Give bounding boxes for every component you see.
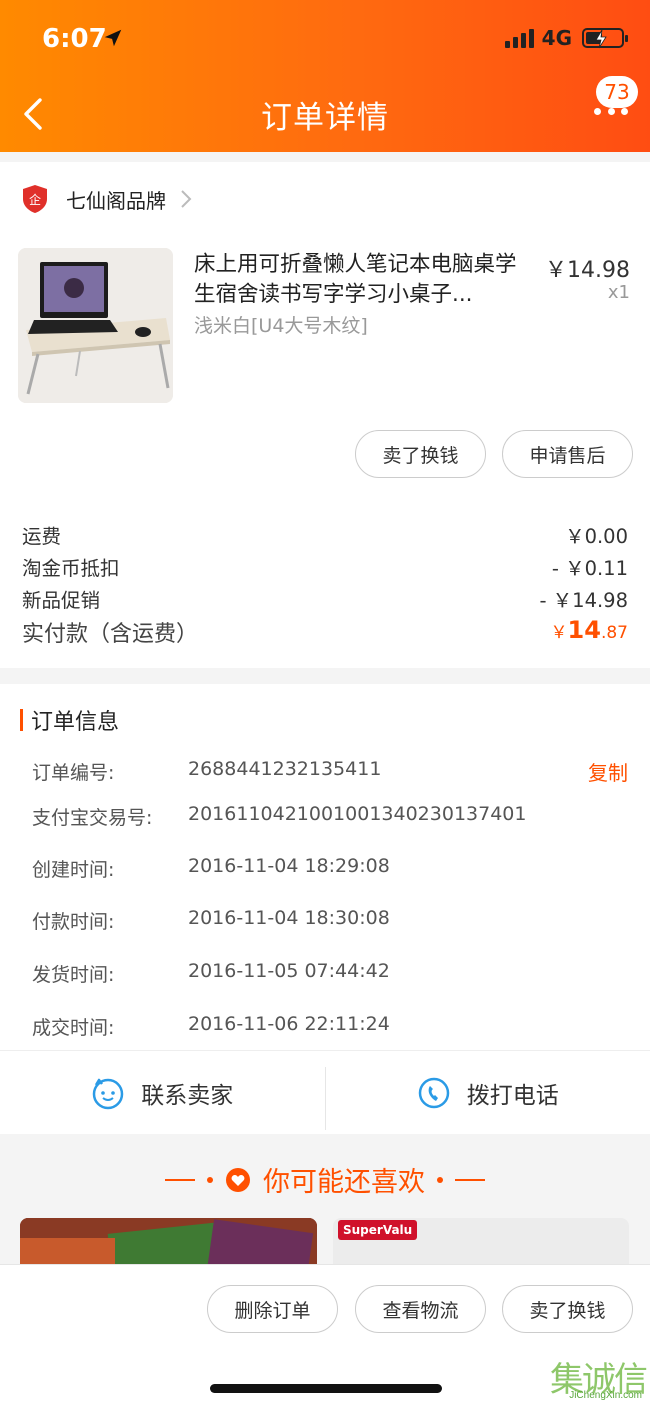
svg-text:企: 企 bbox=[29, 192, 41, 207]
promotion-label: 新品促销 bbox=[22, 589, 101, 612]
order-info-title: 订单信息 bbox=[31, 710, 120, 735]
heart-icon bbox=[226, 1167, 250, 1192]
chat-face-icon bbox=[93, 1078, 124, 1109]
chevron-right-icon bbox=[181, 190, 192, 208]
watermark-url: JiChengXin.com bbox=[569, 1390, 642, 1401]
created-time-label: 创建时间: bbox=[32, 859, 115, 881]
product-thumbnail[interactable] bbox=[18, 248, 173, 403]
network-type: 4G bbox=[541, 26, 572, 50]
recommend-title: 你可能还喜欢 bbox=[263, 1167, 425, 1198]
sell-for-cash-button[interactable]: 卖了换钱 bbox=[355, 430, 486, 478]
view-logistics-button[interactable]: 查看物流 bbox=[355, 1285, 486, 1333]
status-indicators: 4G bbox=[504, 26, 628, 50]
section-accent-bar bbox=[20, 709, 23, 731]
sell-for-cash-button[interactable]: 卖了换钱 bbox=[502, 1285, 633, 1333]
order-number-label: 订单编号: bbox=[32, 762, 115, 784]
site-watermark: 集诚信 JiChengXin.com bbox=[530, 1352, 648, 1404]
status-time: 6:07 bbox=[42, 24, 107, 54]
contact-actions: 联系卖家 拨打电话 bbox=[0, 1050, 650, 1134]
total-paid-label: 实付款（含运费） bbox=[22, 622, 199, 647]
completed-time-label: 成交时间: bbox=[32, 1017, 115, 1039]
call-phone-label: 拨打电话 bbox=[466, 1082, 559, 1109]
coin-deduction-row: 淘金币抵扣 - ￥0.11 bbox=[22, 552, 628, 581]
paid-time-label: 付款时间: bbox=[32, 911, 115, 933]
signal-icon bbox=[504, 28, 534, 48]
alipay-trade-number-label: 支付宝交易号: bbox=[32, 807, 153, 829]
laptop-desk-image bbox=[18, 248, 173, 403]
page-title: 订单详情 bbox=[261, 100, 389, 136]
decor-line bbox=[165, 1178, 195, 1181]
product-price: ￥14.98 bbox=[545, 258, 630, 283]
decor-dot bbox=[207, 1176, 213, 1183]
delete-order-button[interactable]: 删除订单 bbox=[207, 1285, 338, 1333]
shipping-value: ￥0.00 bbox=[565, 525, 628, 548]
battery-icon bbox=[582, 28, 628, 49]
completed-time-value: 2016-11-06 22:11:24 bbox=[188, 1013, 390, 1035]
store-name: 七仙阁品牌 bbox=[66, 188, 166, 213]
order-info-card: 订单信息 订单编号: 2688441232135411 复制 支付宝交易号: 2… bbox=[0, 684, 650, 1134]
shipping-row: 运费 ￥0.00 bbox=[22, 520, 628, 549]
contact-seller-label: 联系卖家 bbox=[141, 1082, 234, 1109]
home-indicator bbox=[210, 1384, 442, 1393]
message-count-badge[interactable]: 73 bbox=[596, 76, 638, 108]
created-time-value: 2016-11-04 18:29:08 bbox=[188, 855, 390, 877]
order-item-card: 企 七仙阁品牌 床上用可折叠懒人笔记本电脑桌学生宿舍读书写字学习小桌子... 浅… bbox=[0, 162, 650, 668]
order-number-value: 2688441232135411 bbox=[188, 758, 382, 780]
apply-after-sale-button[interactable]: 申请售后 bbox=[502, 430, 633, 478]
decor-dot bbox=[437, 1176, 443, 1183]
store-link[interactable]: 企 七仙阁品牌 bbox=[22, 184, 192, 214]
app-header: 6:07 4G 订单详情 73 bbox=[0, 0, 650, 152]
location-arrow-icon bbox=[104, 29, 122, 47]
total-paid-value: ￥14.87 bbox=[550, 616, 628, 644]
recommend-header: 你可能还喜欢 bbox=[0, 1160, 650, 1199]
copy-order-number-button[interactable]: 复制 bbox=[588, 757, 628, 786]
shipped-time-value: 2016-11-05 07:44:42 bbox=[188, 960, 390, 982]
product-sku: 浅米白[U4大号木纹] bbox=[194, 315, 368, 337]
promotion-value: - ￥14.98 bbox=[539, 589, 628, 612]
total-paid-row: 实付款（含运费） ￥14.87 bbox=[22, 616, 628, 648]
product-title[interactable]: 床上用可折叠懒人笔记本电脑桌学生宿舍读书写字学习小桌子... bbox=[194, 250, 524, 310]
coin-deduction-label: 淘金币抵扣 bbox=[22, 557, 120, 580]
phone-icon bbox=[418, 1077, 449, 1108]
promotion-row: 新品促销 - ￥14.98 bbox=[22, 584, 628, 613]
decor-line bbox=[455, 1178, 485, 1181]
supervalu-logo: SuperValu bbox=[338, 1220, 418, 1240]
paid-time-value: 2016-11-04 18:30:08 bbox=[188, 907, 390, 929]
contact-seller-button[interactable]: 联系卖家 bbox=[0, 1051, 325, 1134]
shipping-label: 运费 bbox=[22, 525, 62, 548]
store-badge-icon: 企 bbox=[23, 185, 47, 213]
call-phone-button[interactable]: 拨打电话 bbox=[326, 1051, 650, 1134]
coin-deduction-value: - ￥0.11 bbox=[551, 557, 628, 580]
product-quantity: x1 bbox=[607, 282, 630, 303]
shipped-time-label: 发货时间: bbox=[32, 964, 115, 986]
alipay-trade-number-value: 2016110421001001340230137401 bbox=[188, 803, 527, 825]
